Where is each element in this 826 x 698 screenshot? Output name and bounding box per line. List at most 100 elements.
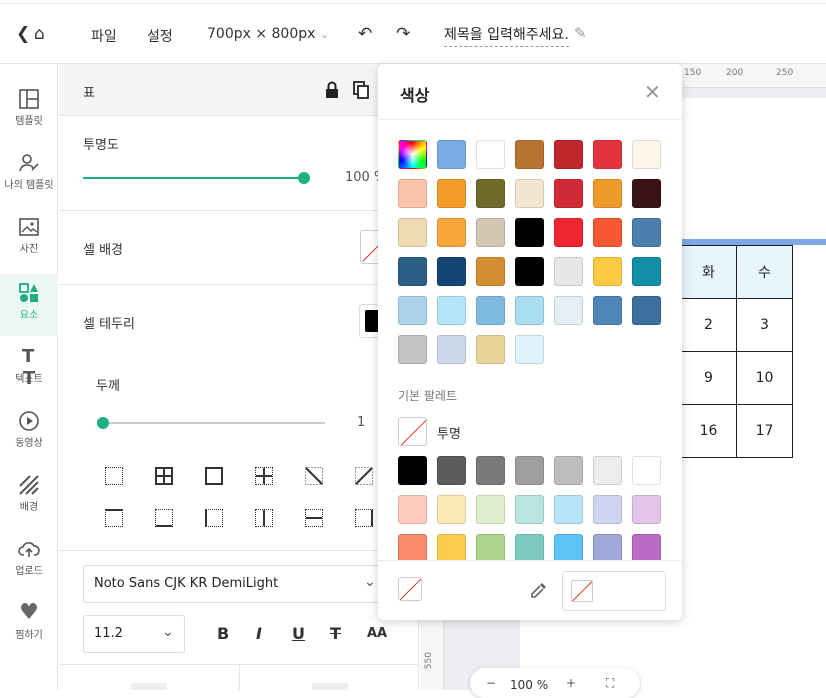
border-inner-icon[interactable] (255, 467, 273, 485)
sidebar-item-background[interactable]: 배경 (0, 466, 58, 528)
color-swatch[interactable] (476, 140, 505, 169)
color-swatch[interactable] (632, 456, 661, 485)
color-swatch[interactable] (554, 179, 583, 208)
border-inner-horizontal-icon[interactable] (305, 509, 323, 527)
table-cell[interactable]: 17 (736, 404, 793, 458)
color-swatch[interactable] (554, 456, 583, 485)
color-swatch[interactable] (632, 495, 661, 524)
color-swatch[interactable] (515, 495, 544, 524)
sidebar-item-my-template[interactable]: 나의 템플릿 (0, 144, 58, 206)
transparent-swatch[interactable] (398, 417, 427, 446)
color-swatch[interactable] (437, 456, 466, 485)
lock-icon[interactable] (324, 81, 340, 99)
color-swatch[interactable] (515, 534, 544, 563)
fit-screen-icon[interactable]: ⛶ (606, 676, 614, 691)
color-swatch[interactable] (398, 456, 427, 485)
border-all-icon[interactable] (155, 467, 173, 485)
color-swatch[interactable] (554, 218, 583, 247)
sidebar-item-elements[interactable]: 요소 (0, 274, 58, 336)
color-swatch[interactable] (437, 335, 466, 364)
sidebar-item-favorites[interactable]: ♥ 찜하기 (0, 594, 58, 656)
table-cell[interactable]: 2 (680, 298, 737, 352)
table-cell[interactable]: 수 (736, 245, 793, 299)
text-case-icon[interactable]: AA (367, 626, 387, 641)
color-swatch[interactable] (515, 257, 544, 286)
color-swatch[interactable] (398, 495, 427, 524)
undo-icon[interactable]: ↶ (358, 24, 372, 44)
opacity-slider-handle[interactable] (298, 172, 310, 184)
color-swatch[interactable] (593, 218, 622, 247)
color-swatch[interactable] (437, 179, 466, 208)
settings-menu[interactable]: 설정 (147, 26, 173, 46)
color-swatch[interactable] (554, 534, 583, 563)
color-swatch[interactable] (593, 257, 622, 286)
table-cell[interactable]: 10 (736, 351, 793, 405)
color-swatch[interactable] (476, 179, 505, 208)
color-swatch[interactable] (398, 534, 427, 563)
color-swatch[interactable] (554, 140, 583, 169)
table-cell[interactable]: 화 (680, 245, 737, 299)
font-size-select[interactable]: 11.2 ⌄ (83, 615, 185, 653)
color-swatch[interactable] (398, 218, 427, 247)
color-swatch[interactable] (515, 296, 544, 325)
sidebar-item-photo[interactable]: 사진 (0, 208, 58, 270)
color-swatch[interactable] (515, 179, 544, 208)
color-swatch[interactable] (437, 534, 466, 563)
sidebar-item-video[interactable]: 동영상 (0, 402, 58, 464)
color-swatch[interactable] (476, 456, 505, 485)
color-swatch[interactable] (632, 218, 661, 247)
color-swatch[interactable] (632, 179, 661, 208)
color-swatch[interactable] (554, 257, 583, 286)
color-swatch[interactable] (554, 296, 583, 325)
eyedropper-icon[interactable] (530, 581, 548, 599)
border-none-icon[interactable] (105, 467, 123, 485)
chevron-left-icon[interactable]: ❮ (16, 24, 30, 44)
color-swatch[interactable] (632, 534, 661, 563)
border-inner-vertical-icon[interactable] (255, 509, 273, 527)
color-swatch[interactable] (593, 456, 622, 485)
color-swatch[interactable] (632, 257, 661, 286)
border-diagonal-up-icon[interactable] (355, 467, 373, 485)
color-swatch[interactable] (593, 495, 622, 524)
color-swatch[interactable] (515, 456, 544, 485)
color-swatch[interactable] (437, 140, 466, 169)
current-color-swatch[interactable] (398, 577, 422, 601)
valign-button[interactable] (312, 683, 348, 690)
color-swatch[interactable] (398, 257, 427, 286)
redo-icon[interactable]: ↷ (396, 24, 410, 44)
sidebar-item-upload[interactable]: 업로드 (0, 530, 58, 592)
align-button[interactable] (131, 683, 167, 690)
color-swatch[interactable] (593, 179, 622, 208)
color-swatch[interactable] (554, 495, 583, 524)
color-swatch[interactable] (437, 257, 466, 286)
color-swatch[interactable] (476, 495, 505, 524)
color-swatch[interactable] (515, 335, 544, 364)
home-icon[interactable]: ⌂ (34, 24, 45, 44)
underline-icon[interactable]: U (292, 624, 305, 643)
pencil-icon[interactable]: ✎ (574, 24, 587, 42)
custom-color-swatch[interactable] (398, 140, 427, 169)
sidebar-item-text[interactable]: T T 텍스트 (0, 338, 58, 400)
copy-icon[interactable] (353, 81, 369, 99)
border-outer-icon[interactable] (205, 467, 223, 485)
border-bottom-icon[interactable] (155, 509, 173, 527)
color-swatch[interactable] (476, 335, 505, 364)
color-swatch[interactable] (398, 335, 427, 364)
table-cell[interactable]: 9 (680, 351, 737, 405)
border-top-icon[interactable] (105, 509, 123, 527)
file-menu[interactable]: 파일 (91, 26, 117, 46)
color-swatch[interactable] (632, 140, 661, 169)
table-cell[interactable]: 3 (736, 298, 793, 352)
bold-icon[interactable]: B (217, 624, 229, 643)
canvas-size-select[interactable]: 700px × 800px ⌄ (207, 26, 329, 42)
strikethrough-icon[interactable]: T (330, 624, 341, 643)
color-swatch[interactable] (437, 218, 466, 247)
color-swatch[interactable] (476, 218, 505, 247)
color-swatch[interactable] (476, 257, 505, 286)
hex-input[interactable] (562, 571, 666, 611)
border-left-icon[interactable] (205, 509, 223, 527)
close-icon[interactable]: ✕ (644, 80, 661, 104)
zoom-out-button[interactable]: − (486, 676, 496, 690)
color-swatch[interactable] (593, 296, 622, 325)
border-diagonal-down-icon[interactable] (305, 467, 323, 485)
